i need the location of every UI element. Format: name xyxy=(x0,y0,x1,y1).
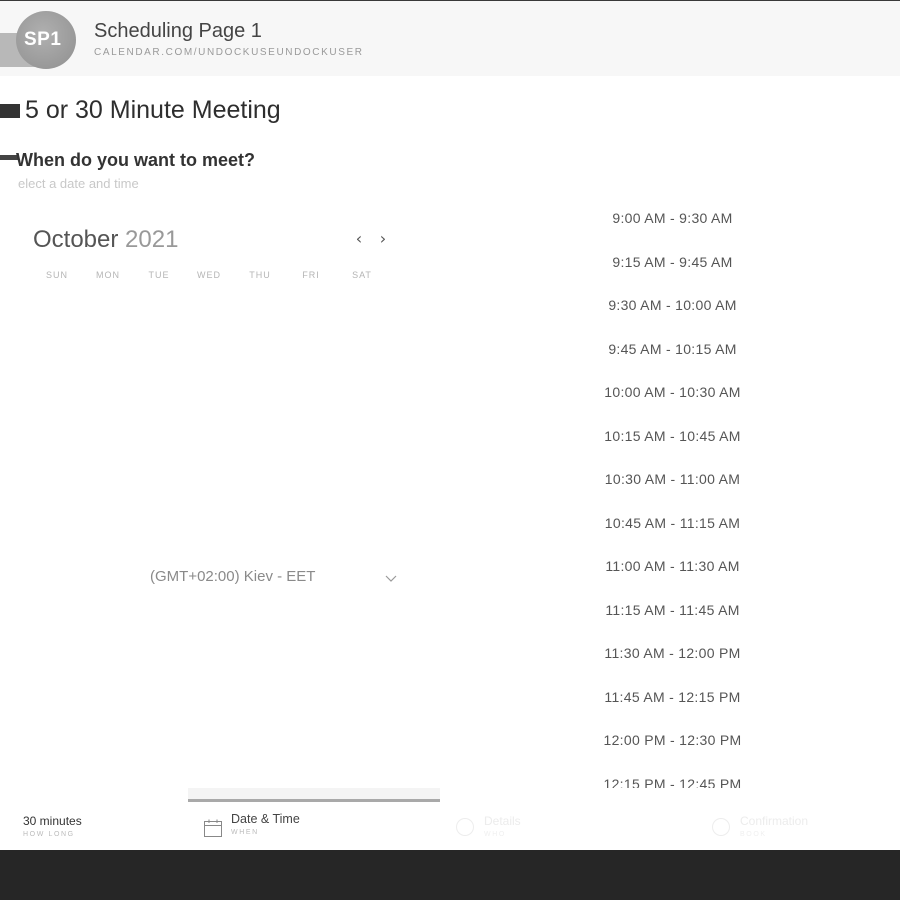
time-slot[interactable]: 10:30 AM - 11:00 AM xyxy=(560,459,785,499)
when-subheading: elect a date and time xyxy=(18,176,139,191)
avatar: SP1 xyxy=(0,11,76,69)
time-slot[interactable]: 12:00 PM - 12:30 PM xyxy=(560,720,785,760)
chevron-down-icon xyxy=(385,575,397,582)
avatar-initials: SP1 xyxy=(24,29,62,50)
step-duration-title: 30 minutes xyxy=(23,814,82,828)
time-slot[interactable]: 11:45 AM - 12:15 PM xyxy=(560,677,785,717)
time-slot[interactable]: 11:30 AM - 12:00 PM xyxy=(560,633,785,673)
active-step-shadow xyxy=(188,788,440,799)
step-date-time-title: Date & Time xyxy=(231,812,300,826)
weekday-sat: SAT xyxy=(352,270,372,280)
person-icon xyxy=(456,818,474,836)
when-heading: When do you want to meet? xyxy=(16,150,255,170)
meeting-title: 5 or 30 Minute Meeting xyxy=(25,96,281,124)
step-details-subtitle: WHO xyxy=(484,831,506,838)
step-date-time-subtitle: WHEN xyxy=(231,829,259,836)
weekday-fri: FRI xyxy=(302,270,320,280)
step-confirmation-subtitle: BOOK xyxy=(740,831,767,838)
time-slot[interactable]: 9:15 AM - 9:45 AM xyxy=(560,242,785,282)
check-icon xyxy=(712,818,730,836)
time-slot[interactable]: 10:15 AM - 10:45 AM xyxy=(560,416,785,456)
step-progress-bar: 30 minutes HOW LONG Date & Time WHEN Det… xyxy=(0,788,900,850)
time-slot[interactable]: 9:45 AM - 10:15 AM xyxy=(560,329,785,369)
weekday-sun: SUN xyxy=(45,270,68,280)
scheduling-page-url: CALENDAR.COM/UNDOCKUSEUNDOCKUSER xyxy=(94,47,364,58)
timezone-label: (GMT+02:00) Kiev - EET xyxy=(150,568,316,585)
weekday-mon: MON xyxy=(96,270,120,280)
weekday-tue: TUE xyxy=(148,270,170,280)
time-slot[interactable]: 11:15 AM - 11:45 AM xyxy=(560,590,785,630)
time-slot[interactable]: 11:00 AM - 11:30 AM xyxy=(560,546,785,586)
time-slot[interactable]: 10:00 AM - 10:30 AM xyxy=(560,372,785,412)
time-slot[interactable]: 9:00 AM - 9:30 AM xyxy=(560,198,785,238)
page-header: SP1 Scheduling Page 1 CALENDAR.COM/UNDOC… xyxy=(0,1,900,76)
weekday-thu: THU xyxy=(249,270,271,280)
chevron-right-icon[interactable]: › xyxy=(374,228,392,250)
step-confirmation-title: Confirmation xyxy=(740,814,809,828)
calendar-month: October xyxy=(33,226,119,253)
step-duration-subtitle: HOW LONG xyxy=(23,831,75,838)
calendar-icon xyxy=(204,819,222,837)
time-slot[interactable]: 9:30 AM - 10:00 AM xyxy=(560,285,785,325)
step-details-title: Details xyxy=(484,814,521,828)
timezone-select[interactable]: (GMT+02:00) Kiev - EET xyxy=(150,568,402,590)
active-step-indicator xyxy=(188,799,440,802)
step-duration[interactable]: 30 minutes HOW LONG xyxy=(23,814,82,838)
calendar-month-year: October 2021 xyxy=(33,226,178,254)
meeting-title-marker xyxy=(0,104,20,118)
taskbar xyxy=(0,850,900,900)
time-slot[interactable]: 10:45 AM - 11:15 AM xyxy=(560,503,785,543)
weekday-wed: WED xyxy=(197,270,221,280)
scheduling-page-title: Scheduling Page 1 xyxy=(94,20,262,42)
calendar-year: 2021 xyxy=(125,226,179,253)
chevron-left-icon[interactable]: ‹ xyxy=(350,228,368,250)
